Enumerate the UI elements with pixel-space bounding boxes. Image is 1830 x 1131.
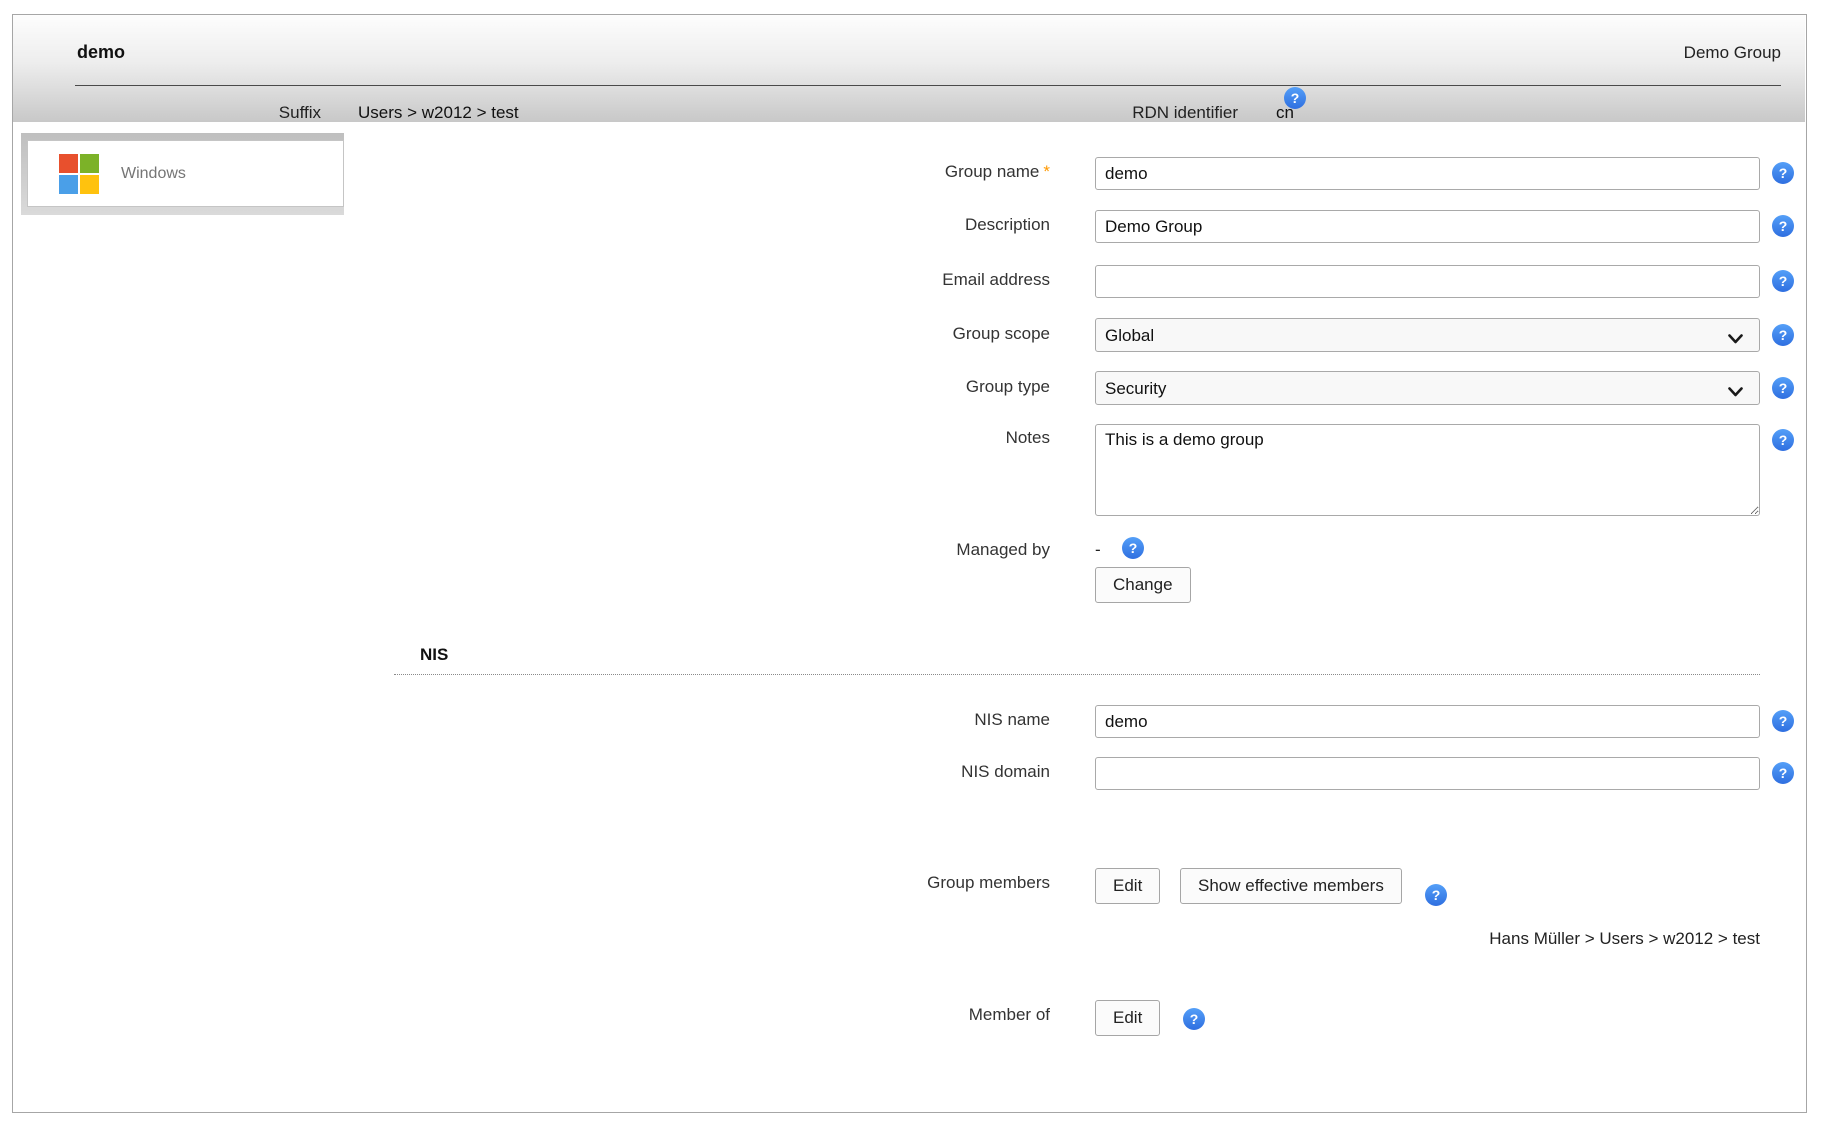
nis-domain-input[interactable] [1095,757,1760,790]
header-divider [75,85,1781,86]
help-icon[interactable]: ? [1772,710,1794,732]
group-scope-select[interactable]: Global [1095,318,1760,352]
member-of-label: Member of [650,1005,1050,1025]
nis-section-title: NIS [420,645,448,665]
nis-name-input[interactable] [1095,705,1760,738]
page-title: demo [77,42,125,63]
help-icon[interactable]: ? [1772,324,1794,346]
tab-bar: Windows [21,133,344,215]
group-members-label: Group members [650,873,1050,893]
group-member-path: Hans Müller > Users > w2012 > test [1100,929,1760,949]
description-input[interactable] [1095,210,1760,243]
help-icon[interactable]: ? [1122,537,1144,559]
windows-logo-red-square [59,154,78,173]
email-address-input[interactable] [1095,265,1760,298]
windows-logo-blue-square [59,175,78,194]
member-of-edit-button[interactable]: Edit [1095,1000,1160,1036]
show-effective-members-button[interactable]: Show effective members [1180,868,1402,904]
group-members-edit-button[interactable]: Edit [1095,868,1160,904]
windows-logo-yellow-square [80,175,99,194]
rdn-identifier-label: RDN identifier [1038,103,1238,123]
managed-by-change-button[interactable]: Change [1095,567,1191,603]
group-type-label: Group type [650,377,1050,397]
email-address-label: Email address [650,270,1050,290]
managed-by-label: Managed by [650,540,1050,560]
managed-by-value: - [1095,540,1101,560]
windows-logo-green-square [80,154,99,173]
required-asterisk: * [1043,162,1050,181]
help-icon[interactable]: ? [1772,270,1794,292]
group-name-label: Group name* [650,162,1050,182]
group-scope-label: Group scope [650,324,1050,344]
help-icon[interactable]: ? [1425,884,1447,906]
group-name-label-text: Group name [945,162,1040,181]
nis-name-label: NIS name [650,710,1050,730]
group-type-select[interactable]: Security [1095,371,1760,405]
help-icon[interactable]: ? [1183,1008,1205,1030]
description-label: Description [650,215,1050,235]
page-header: demo Demo Group Suffix Users > w2012 > t… [13,15,1805,122]
tab-windows-label: Windows [121,165,186,183]
help-icon[interactable]: ? [1772,429,1794,451]
suffix-value: Users > w2012 > test [358,103,519,123]
notes-label: Notes [650,428,1050,448]
help-icon[interactable]: ? [1772,762,1794,784]
windows-logo-icon [59,154,99,194]
page-subtitle: Demo Group [1313,43,1781,63]
nis-domain-label: NIS domain [650,762,1050,782]
group-name-input[interactable] [1095,157,1760,190]
help-icon[interactable]: ? [1772,377,1794,399]
nis-section-divider [394,674,1760,675]
suffix-label: Suffix [121,103,321,123]
notes-textarea[interactable]: This is a demo group [1095,424,1760,516]
tab-windows[interactable]: Windows [27,140,344,207]
help-icon[interactable]: ? [1284,87,1306,109]
help-icon[interactable]: ? [1772,162,1794,184]
help-icon[interactable]: ? [1772,215,1794,237]
